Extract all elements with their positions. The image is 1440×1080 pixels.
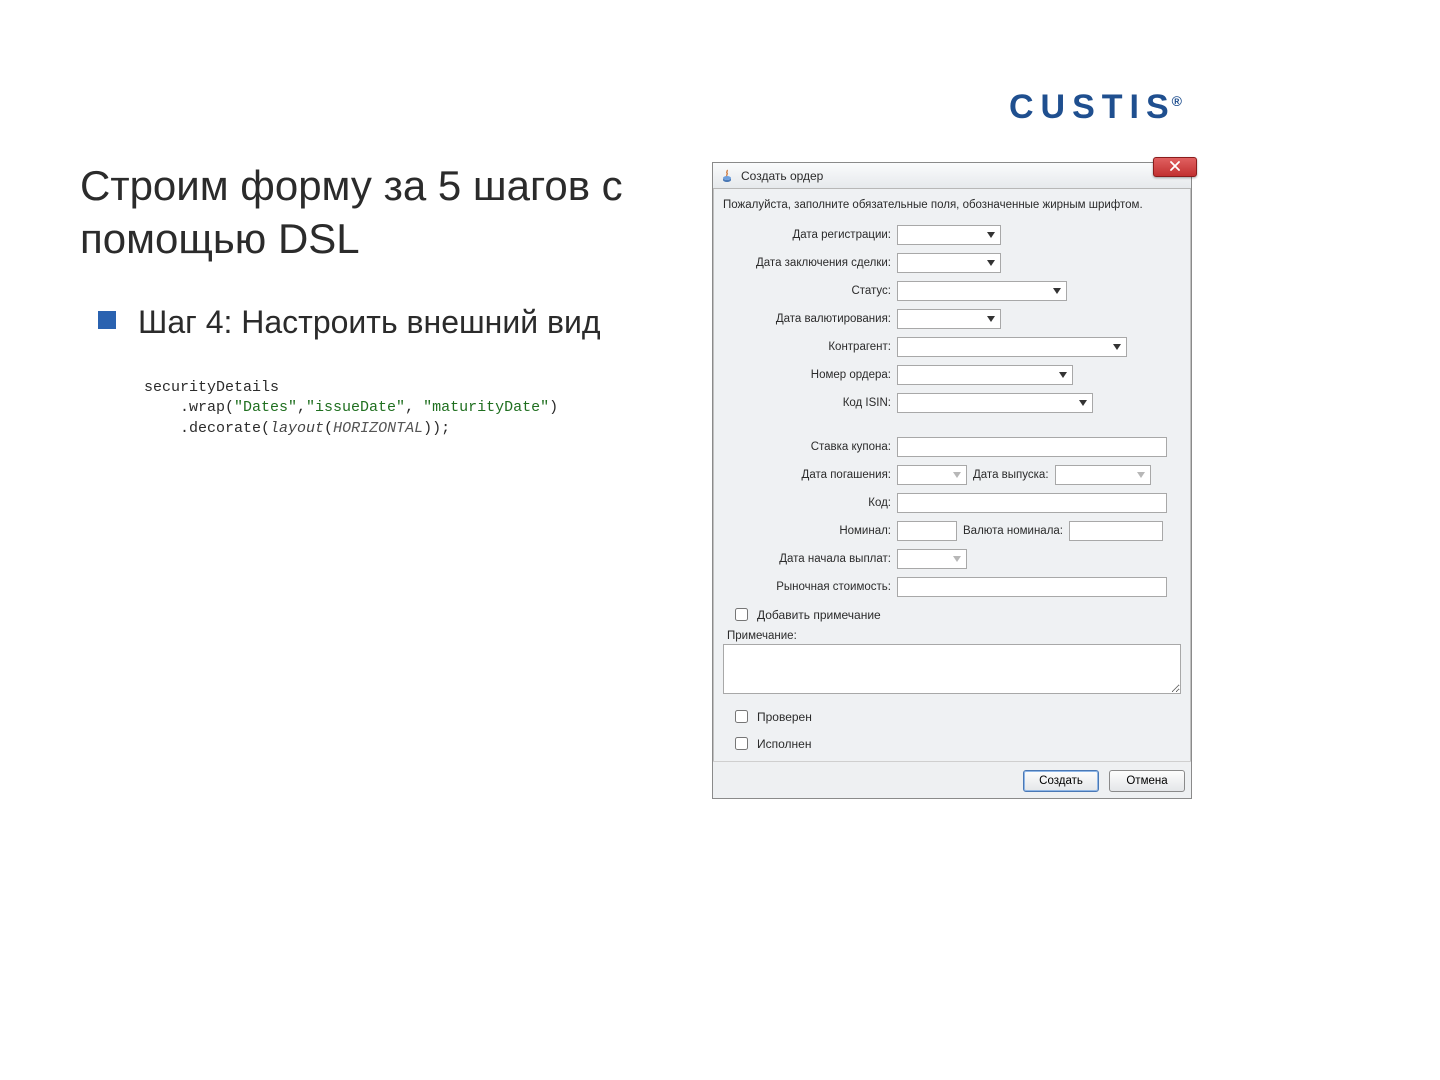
window-title: Создать ордер bbox=[741, 169, 1187, 183]
chevron-down-icon bbox=[1056, 367, 1070, 383]
label-executed: Исполнен bbox=[757, 737, 811, 751]
window-body: Пожалуйста, заполните обязательные поля,… bbox=[713, 189, 1191, 761]
chevron-down-icon bbox=[984, 311, 998, 327]
code-input[interactable] bbox=[897, 493, 1167, 513]
dialog-window: Создать ордер Пожалуйста, заполните обяз… bbox=[712, 162, 1192, 799]
java-icon bbox=[719, 168, 735, 184]
bullet-text: Шаг 4: Настроить внешний вид bbox=[138, 301, 601, 344]
nominal-input[interactable] bbox=[897, 521, 957, 541]
chevron-down-icon bbox=[1110, 339, 1124, 355]
label-isin: Код ISIN: bbox=[723, 397, 891, 409]
chevron-down-icon bbox=[1076, 395, 1090, 411]
label-pay-start-date: Дата начала выплат: bbox=[723, 553, 891, 565]
brand-name: CUSTIS bbox=[1009, 88, 1176, 126]
create-button[interactable]: Создать bbox=[1023, 770, 1099, 792]
label-coupon-rate: Ставка купона: bbox=[723, 441, 891, 453]
isin-select[interactable] bbox=[897, 393, 1093, 413]
add-note-checkbox[interactable] bbox=[735, 608, 748, 621]
brand-logo: CUSTIS® bbox=[1009, 88, 1182, 127]
chevron-down-icon bbox=[1134, 467, 1148, 483]
label-counterparty: Контрагент: bbox=[723, 341, 891, 353]
label-deal-date: Дата заключения сделки: bbox=[723, 257, 891, 269]
chevron-down-icon bbox=[1050, 283, 1064, 299]
value-date-input[interactable] bbox=[897, 309, 1001, 329]
deal-date-input[interactable] bbox=[897, 253, 1001, 273]
reg-date-input[interactable] bbox=[897, 225, 1001, 245]
label-code: Код: bbox=[723, 497, 891, 509]
label-market-value: Рыночная стоимость: bbox=[723, 581, 891, 593]
dialog-footer: Создать Отмена bbox=[713, 761, 1191, 798]
slide-title: Строим форму за 5 шагов с помощью DSL bbox=[80, 160, 680, 265]
label-note: Примечание: bbox=[727, 630, 1181, 642]
code-snippet: securityDetails .wrap("Dates","issueDate… bbox=[144, 378, 680, 439]
verified-checkbox[interactable] bbox=[735, 710, 748, 723]
label-maturity-date: Дата погашения: bbox=[723, 469, 891, 481]
bullet-row: Шаг 4: Настроить внешний вид bbox=[98, 301, 680, 344]
counterparty-select[interactable] bbox=[897, 337, 1127, 357]
close-icon bbox=[1169, 160, 1181, 174]
executed-checkbox[interactable] bbox=[735, 737, 748, 750]
label-reg-date: Дата регистрации: bbox=[723, 229, 891, 241]
label-status: Статус: bbox=[723, 285, 891, 297]
note-textarea[interactable] bbox=[723, 644, 1181, 694]
label-issue-date: Дата выпуска: bbox=[973, 469, 1049, 481]
chevron-down-icon bbox=[950, 551, 964, 567]
order-no-select[interactable] bbox=[897, 365, 1073, 385]
label-nominal-ccy: Валюта номинала: bbox=[963, 525, 1063, 537]
label-value-date: Дата валютирования: bbox=[723, 313, 891, 325]
maturity-date-input[interactable] bbox=[897, 465, 967, 485]
form-grid: Дата регистрации: Дата заключения сделки… bbox=[723, 225, 1181, 624]
brand-registered: ® bbox=[1172, 93, 1182, 109]
form-instruction: Пожалуйста, заполните обязательные поля,… bbox=[723, 199, 1181, 211]
chevron-down-icon bbox=[984, 255, 998, 271]
chevron-down-icon bbox=[984, 227, 998, 243]
pay-start-date-input[interactable] bbox=[897, 549, 967, 569]
chevron-down-icon bbox=[950, 467, 964, 483]
bullet-marker-icon bbox=[98, 311, 116, 329]
window-titlebar[interactable]: Создать ордер bbox=[713, 163, 1191, 189]
label-nominal: Номинал: bbox=[723, 525, 891, 537]
market-value-input[interactable] bbox=[897, 577, 1167, 597]
cancel-button[interactable]: Отмена bbox=[1109, 770, 1185, 792]
coupon-rate-input[interactable] bbox=[897, 437, 1167, 457]
label-add-note: Добавить примечание bbox=[757, 608, 881, 622]
status-select[interactable] bbox=[897, 281, 1067, 301]
nominal-ccy-input[interactable] bbox=[1069, 521, 1163, 541]
slide-text-column: Строим форму за 5 шагов с помощью DSL Ша… bbox=[80, 160, 680, 439]
close-button[interactable] bbox=[1153, 157, 1197, 177]
label-order-no: Номер ордера: bbox=[723, 369, 891, 381]
label-verified: Проверен bbox=[757, 710, 812, 724]
issue-date-input[interactable] bbox=[1055, 465, 1151, 485]
